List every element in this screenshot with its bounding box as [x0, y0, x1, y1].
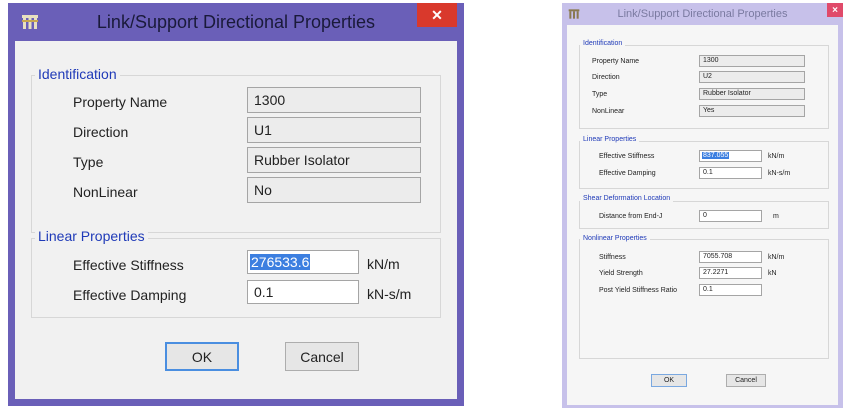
right-dialog-body: Identification Property Name 1300 Direct… — [567, 25, 838, 405]
effective-stiffness-input[interactable]: 837.055 — [699, 150, 762, 162]
property-name-field: 1300 — [247, 87, 421, 113]
app-icon — [568, 7, 580, 19]
yield-strength-label: Yield Strength — [599, 270, 643, 277]
post-yield-stiffness-ratio-label: Post Yield Stiffness Ratio — [599, 287, 678, 294]
nonlinear-properties-legend: Nonlinear Properties — [580, 235, 650, 242]
effective-stiffness-unit: kN/m — [768, 153, 785, 160]
left-title-bar: Link/Support Directional Properties ✕ — [8, 3, 464, 41]
nonlinear-field: Yes — [699, 105, 805, 117]
ok-button[interactable]: OK — [651, 374, 687, 387]
type-label: Type — [592, 91, 608, 98]
direction-label: Direction — [592, 74, 620, 81]
property-name-label: Property Name — [592, 58, 640, 65]
effective-damping-unit: kN-s/m — [367, 286, 412, 302]
effective-damping-input[interactable]: 0.1 — [247, 280, 359, 304]
distance-from-end-j-label: Distance from End-J — [599, 213, 663, 220]
nonlinear-stiffness-unit: kN/m — [768, 254, 785, 261]
type-field: Rubber Isolator — [247, 147, 421, 173]
app-icon — [21, 13, 39, 31]
post-yield-stiffness-ratio-input[interactable]: 0.1 — [699, 284, 762, 296]
shear-deformation-legend: Shear Deformation Location — [580, 195, 674, 202]
nonlinear-stiffness-label: Stiffness — [599, 254, 626, 261]
left-close-button[interactable]: ✕ — [417, 3, 457, 27]
close-icon: ✕ — [431, 6, 443, 23]
type-field: Rubber Isolator — [699, 88, 805, 100]
nonlinear-label: NonLinear — [592, 108, 625, 115]
nonlinear-stiffness-input[interactable]: 7055.708 — [699, 251, 762, 263]
linear-properties-group — [579, 141, 829, 189]
cancel-button[interactable]: Cancel — [285, 342, 359, 371]
right-dialog-window: Link/Support Directional Properties × Id… — [562, 3, 843, 408]
effective-stiffness-label: Effective Stiffness — [73, 257, 184, 273]
identification-legend: Identification — [35, 66, 120, 82]
distance-unit: m — [773, 213, 779, 220]
linear-properties-group — [31, 238, 441, 318]
nonlinear-label: NonLinear — [73, 184, 138, 200]
left-dialog-body: Identification Property Name 1300 Direct… — [15, 41, 457, 399]
effective-stiffness-input[interactable]: 276533.6 — [247, 250, 359, 274]
yield-strength-unit: kN — [768, 270, 777, 277]
property-name-label: Property Name — [73, 94, 168, 110]
right-dialog-title: Link/Support Directional Properties — [617, 8, 788, 20]
distance-from-end-j-input[interactable]: 0 — [699, 210, 762, 222]
effective-damping-label: Effective Damping — [73, 287, 187, 303]
direction-field: U1 — [247, 117, 421, 143]
yield-strength-input[interactable]: 27.2271 — [699, 267, 762, 279]
linear-properties-legend: Linear Properties — [580, 136, 640, 143]
direction-field: U2 — [699, 71, 805, 83]
property-name-field: 1300 — [699, 55, 805, 67]
nonlinear-field: No — [247, 177, 421, 203]
effective-stiffness-unit: kN/m — [367, 256, 400, 272]
cancel-button[interactable]: Cancel — [726, 374, 766, 387]
right-close-button[interactable]: × — [827, 3, 843, 17]
effective-stiffness-label: Effective Stiffness — [599, 153, 655, 160]
left-dialog-window: Link/Support Directional Properties ✕ Id… — [8, 3, 464, 406]
ok-button[interactable]: OK — [165, 342, 239, 371]
linear-properties-legend: Linear Properties — [35, 228, 148, 244]
effective-damping-label: Effective Damping — [599, 170, 656, 177]
left-dialog-title: Link/Support Directional Properties — [96, 11, 376, 32]
right-title-bar: Link/Support Directional Properties × — [562, 3, 843, 25]
identification-legend: Identification — [580, 40, 626, 47]
direction-label: Direction — [73, 124, 129, 140]
effective-damping-unit: kN-s/m — [768, 170, 791, 177]
close-icon: × — [832, 4, 838, 16]
type-label: Type — [73, 154, 104, 170]
effective-damping-input[interactable]: 0.1 — [699, 167, 762, 179]
